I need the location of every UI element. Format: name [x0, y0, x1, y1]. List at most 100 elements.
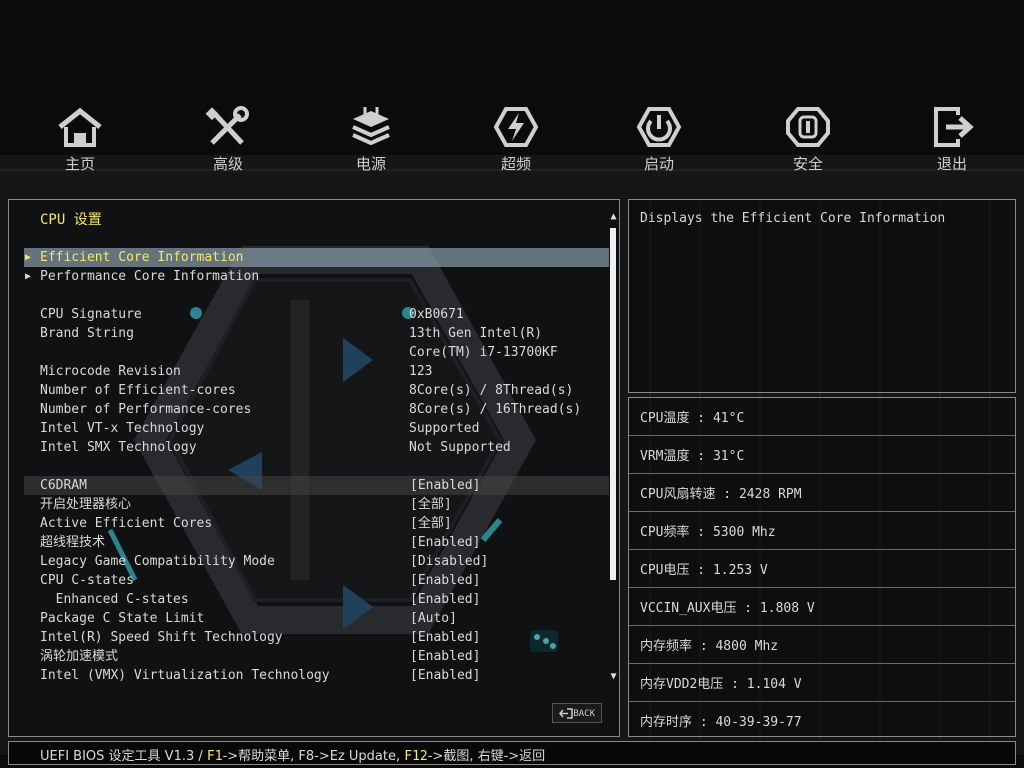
nav-label: 安全 — [792, 155, 823, 173]
option-label: 开启处理器核心 — [40, 497, 132, 512]
scroll-down-icon[interactable]: ▼ — [609, 672, 618, 682]
nav-item-exit[interactable]: 退出 — [897, 95, 1007, 190]
option-label: CPU C-states — [40, 573, 134, 588]
section-title: CPU 设置 — [40, 212, 102, 228]
info-label: Intel VT-x Technology — [40, 421, 205, 436]
info-row: Number of Performance-cores 8Core(s) / 1… — [24, 400, 609, 419]
status-cpu-temp: CPU温度 : 41°C — [629, 398, 1015, 436]
option-row[interactable]: Intel (VMX) Virtualization Technology [E… — [24, 666, 609, 685]
option-row[interactable]: Intel(R) Speed Shift Technology [Enabled… — [24, 628, 609, 647]
nav-item-power[interactable]: 电源 — [316, 95, 426, 190]
home-icon — [58, 107, 102, 147]
nav-label: 主页 — [64, 155, 95, 173]
status-text: CPU温度 : 41°C — [640, 411, 745, 426]
info-value: 13th Gen Intel(R) — [409, 326, 543, 341]
option-label: Package C State Limit — [40, 611, 205, 626]
option-row[interactable]: C6DRAM [Enabled] — [24, 476, 609, 495]
option-value[interactable]: [全部] — [410, 514, 452, 533]
status-text: CPU风扇转速 : 2428 RPM — [640, 487, 802, 502]
option-value[interactable]: [Enabled] — [410, 647, 480, 666]
info-row: Microcode Revision 123 — [24, 362, 609, 381]
option-value[interactable]: [Enabled] — [410, 476, 480, 495]
info-label: Brand String — [40, 326, 134, 341]
scroll-thumb[interactable] — [610, 228, 616, 580]
nav-label: 启动 — [643, 155, 674, 173]
option-value[interactable]: [Enabled] — [410, 590, 480, 609]
option-row[interactable]: 超线程技术 [Enabled] — [24, 533, 609, 552]
status-mem-freq: 内存频率 : 4800 Mhz — [629, 625, 1015, 663]
info-row: Intel SMX Technology Not Supported — [24, 438, 609, 457]
status-text: 内存VDD2电压 : 1.104 V — [640, 677, 802, 692]
status-mem-vdd2: 内存VDD2电压 : 1.104 V — [629, 663, 1015, 701]
status-cpu-fan: CPU风扇转速 : 2428 RPM — [629, 473, 1015, 511]
status-text: CPU电压 : 1.253 V — [640, 563, 768, 578]
info-value: 0xB0671 — [409, 307, 464, 322]
footer-f1-key: F1 — [206, 749, 223, 764]
info-label: Number of Efficient-cores — [40, 383, 236, 398]
submenu-performance-core[interactable]: ▶ Performance Core Information — [24, 267, 609, 286]
footer-f1-text: ->帮助菜单, F8->Ez Update, — [222, 749, 405, 764]
status-mem-timing: 内存时序 : 40-39-39-77 — [629, 701, 1015, 739]
option-row[interactable]: Package C State Limit [Auto] — [24, 609, 609, 628]
info-value: Supported — [409, 421, 480, 436]
nav-item-advanced[interactable]: 高级 — [173, 95, 283, 190]
exit-icon — [934, 107, 974, 147]
option-row[interactable]: Active Efficient Cores [全部] — [24, 514, 609, 533]
security-icon — [786, 107, 830, 147]
footer-f12-key: F12 — [404, 749, 428, 764]
option-row[interactable]: 涡轮加速模式 [Enabled] — [24, 647, 609, 666]
status-text: 内存时序 : 40-39-39-77 — [640, 715, 802, 730]
back-icon — [559, 708, 573, 719]
info-label: Number of Performance-cores — [40, 402, 252, 417]
status-text: VRM温度 : 31°C — [640, 449, 745, 464]
nav-item-boot[interactable]: 启动 — [604, 95, 714, 190]
back-label: BACK — [573, 709, 595, 719]
boot-icon — [636, 107, 682, 147]
info-row: Brand String 13th Gen Intel(R) — [24, 324, 609, 343]
status-text: 内存频率 : 4800 Mhz — [640, 639, 779, 654]
option-label: Enhanced C-states — [40, 592, 189, 607]
nav-label: 电源 — [355, 155, 386, 173]
help-text: Displays the Efficient Core Information — [640, 211, 946, 226]
submenu-efficient-core[interactable]: ▶ Efficient Core Information — [24, 248, 609, 267]
nav-item-security[interactable]: 安全 — [753, 95, 863, 190]
option-label: Legacy Game Compatibility Mode — [40, 554, 275, 569]
info-row: Intel VT-x Technology Supported — [24, 419, 609, 438]
nav-label: 高级 — [212, 155, 243, 173]
option-label: 超线程技术 — [40, 535, 106, 550]
option-label: 涡轮加速模式 — [40, 649, 119, 664]
nav-label: 退出 — [936, 155, 967, 173]
submenu-arrow-icon: ▶ — [25, 252, 32, 263]
scroll-up-icon[interactable]: ▲ — [609, 212, 618, 222]
option-value[interactable]: [Enabled] — [410, 571, 480, 590]
info-label: Microcode Revision — [40, 364, 181, 379]
option-row[interactable]: CPU C-states [Enabled] — [24, 571, 609, 590]
submenu-arrow-icon: ▶ — [25, 271, 32, 282]
back-button[interactable]: BACK — [552, 703, 602, 723]
status-cpu-voltage: CPU电压 : 1.253 V — [629, 549, 1015, 587]
info-value: Core(TM) i7-13700KF — [409, 345, 558, 360]
info-value: 8Core(s) / 16Thread(s) — [409, 402, 582, 417]
option-row[interactable]: Enhanced C-states [Enabled] — [24, 590, 609, 609]
info-label: Intel SMX Technology — [40, 440, 197, 455]
option-value[interactable]: [Auto] — [410, 609, 457, 628]
option-value[interactable]: [Enabled] — [410, 533, 480, 552]
option-value[interactable]: [全部] — [410, 495, 452, 514]
status-cpu-freq: CPU频率 : 5300 Mhz — [629, 511, 1015, 549]
nav-item-home[interactable]: 主页 — [25, 95, 135, 190]
scrollbar[interactable]: ▲ ▼ — [609, 212, 618, 684]
footer-bar: UEFI BIOS 设定工具 V1.3 / F1->帮助菜单, F8->Ez U… — [8, 741, 1016, 765]
option-value[interactable]: [Disabled] — [410, 552, 488, 571]
nav-item-overclock[interactable]: 超频 — [461, 95, 571, 190]
option-value[interactable]: [Enabled] — [410, 666, 480, 685]
info-value: 8Core(s) / 8Thread(s) — [409, 383, 574, 398]
option-row[interactable]: Legacy Game Compatibility Mode [Disabled… — [24, 552, 609, 571]
help-panel: Displays the Efficient Core Information — [628, 199, 1016, 393]
option-value[interactable]: [Enabled] — [410, 628, 480, 647]
submenu-label: Performance Core Information — [40, 269, 260, 284]
info-value: 123 — [409, 364, 433, 379]
status-text: CPU频率 : 5300 Mhz — [640, 525, 776, 540]
info-row: CPU Signature 0xB0671 — [24, 305, 609, 324]
info-row: Number of Efficient-cores 8Core(s) / 8Th… — [24, 381, 609, 400]
option-row[interactable]: 开启处理器核心 [全部] — [24, 495, 609, 514]
